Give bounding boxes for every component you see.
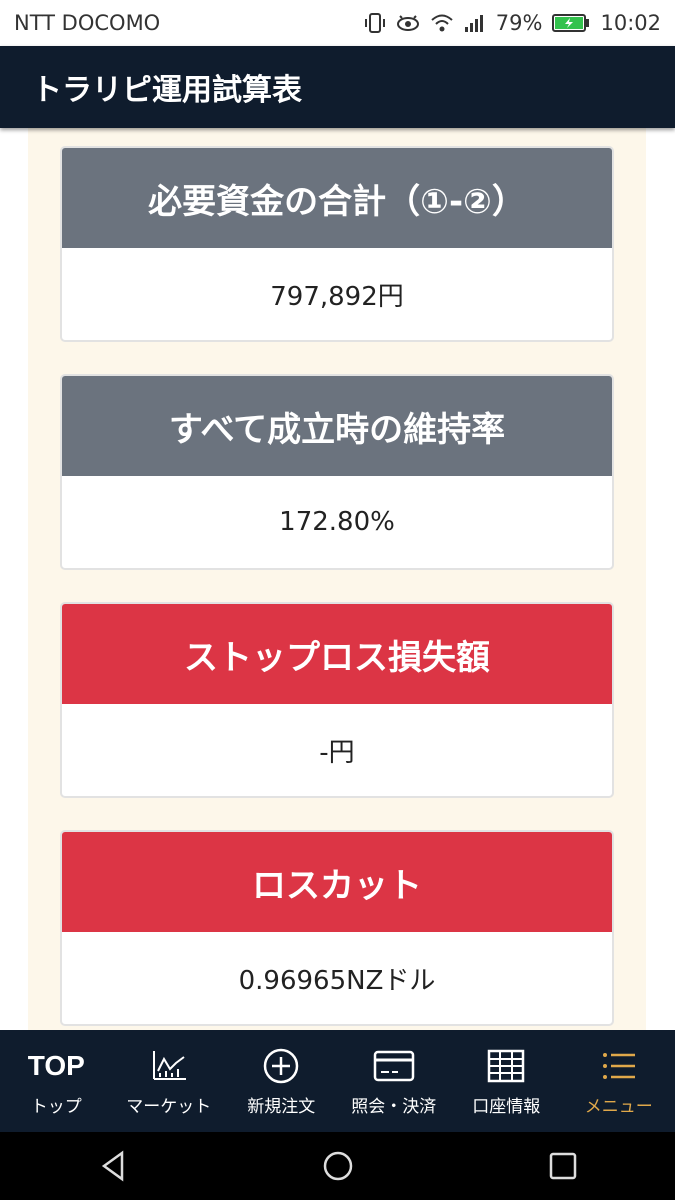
card-value: -円 (319, 737, 355, 768)
card-value: 797,892円 (270, 281, 404, 312)
wifi-icon (431, 14, 453, 32)
vibrate-icon (364, 13, 385, 33)
battery-icon (552, 14, 590, 32)
tab-inquiry-settlement[interactable]: 照会・決済 (338, 1030, 451, 1132)
card-value: 0.96965NZドル (238, 965, 436, 996)
card-title: すべて成立時の維持率 (62, 376, 612, 476)
card-title: ストップロス損失額 (62, 604, 612, 704)
tab-label: 口座情報 (472, 1096, 541, 1117)
app-header: トラリピ運用試算表 (0, 46, 675, 128)
top-text-icon: TOP (27, 1049, 85, 1081)
recents-icon[interactable] (546, 1149, 580, 1183)
card-value: 172.80% (279, 507, 395, 537)
status-bar: NTT DOCOMO 79% 10:02 (0, 0, 675, 46)
maintenance-rate-card: すべて成立時の維持率 172.80% (60, 374, 614, 570)
clock: 10:02 (600, 11, 661, 35)
system-nav-bar (0, 1132, 675, 1200)
tab-label: マーケット (126, 1096, 212, 1117)
tab-label: トップ (30, 1096, 82, 1117)
card-icon (373, 1046, 415, 1086)
menu-icon (601, 1046, 637, 1086)
content-panel: 必要資金の合計（①-②） 797,892円 すべて成立時の維持率 172.80%… (28, 128, 646, 1030)
main-content[interactable]: 必要資金の合計（①-②） 797,892円 すべて成立時の維持率 172.80%… (0, 128, 675, 1030)
eye-icon (396, 15, 419, 31)
tab-menu[interactable]: メニュー (563, 1030, 675, 1132)
tab-market[interactable]: マーケット (113, 1030, 226, 1132)
page-title: トラリピ運用試算表 (32, 73, 302, 108)
tab-account-info[interactable]: 口座情報 (450, 1030, 563, 1132)
tab-label: メニュー (584, 1096, 653, 1117)
card-title: ロスカット (62, 832, 612, 932)
status-indicators: 79% 10:02 (364, 11, 661, 35)
grid-icon (487, 1046, 525, 1086)
battery-percent: 79% (495, 11, 543, 35)
tab-new-order[interactable]: 新規注文 (225, 1030, 338, 1132)
signal-icon (464, 15, 483, 32)
required-funds-card: 必要資金の合計（①-②） 797,892円 (60, 146, 614, 342)
tab-top[interactable]: TOP トップ (0, 1030, 113, 1132)
home-icon[interactable] (321, 1149, 355, 1183)
stop-loss-card: ストップロス損失額 -円 (60, 602, 614, 798)
back-icon[interactable] (96, 1149, 130, 1183)
tab-label: 照会・決済 (351, 1096, 437, 1117)
card-title: 必要資金の合計（①-②） (62, 148, 612, 248)
chart-icon (150, 1046, 188, 1086)
tab-label: 新規注文 (247, 1096, 316, 1117)
carrier-name: NTT DOCOMO (14, 11, 161, 35)
loss-cut-card: ロスカット 0.96965NZドル (60, 830, 614, 1026)
bottom-tab-bar: TOP トップ マーケット 新規注文 照会・決済 口座情報 メニュー (0, 1030, 675, 1132)
plus-circle-icon (263, 1046, 299, 1086)
